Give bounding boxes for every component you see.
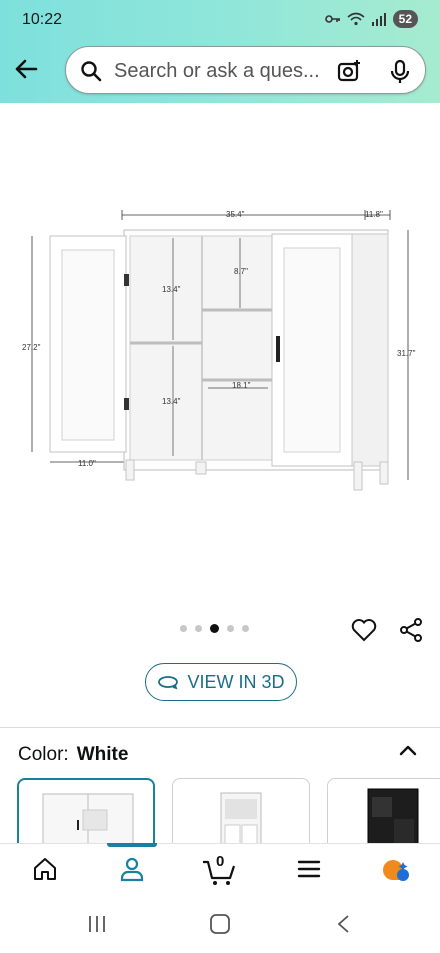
color-value: White xyxy=(76,744,129,765)
cart-count: 0 xyxy=(216,853,225,870)
image-carousel-indicator[interactable] xyxy=(180,624,249,633)
search-placeholder: Search or ask a ques... xyxy=(114,60,320,82)
heart-icon[interactable] xyxy=(351,617,377,643)
dim-width: 35.4" xyxy=(226,210,245,219)
camera-search-icon[interactable] xyxy=(336,58,362,84)
search-icon xyxy=(81,61,102,82)
color-label: Color: xyxy=(18,744,69,765)
home-button-icon[interactable] xyxy=(209,914,231,934)
dim-shelf-top: 13.4" xyxy=(162,285,181,294)
wifi-icon xyxy=(347,12,365,26)
search-bar[interactable]: Search or ask a ques... xyxy=(65,46,426,94)
recent-apps-icon[interactable] xyxy=(86,914,108,934)
view-in-3d-button[interactable]: VIEW IN 3D xyxy=(145,663,297,701)
app-header: 10:22 52 Search or ask a ques... xyxy=(0,0,440,103)
rotate-3d-icon xyxy=(158,676,179,690)
section-divider xyxy=(0,727,440,728)
dim-door-width: 11.0" xyxy=(78,459,96,468)
dim-total-height: 31.7" xyxy=(397,349,416,358)
bottom-navigation: 0 xyxy=(0,843,440,898)
vpn-key-icon xyxy=(324,15,340,23)
status-icons: 52 xyxy=(324,10,418,28)
carousel-dot-active[interactable] xyxy=(210,624,219,633)
battery-level: 52 xyxy=(392,10,418,28)
carousel-dot[interactable] xyxy=(180,625,187,632)
dim-door-height: 27.2" xyxy=(22,343,41,352)
back-button-icon[interactable] xyxy=(334,914,354,934)
home-icon[interactable] xyxy=(32,856,58,882)
menu-icon[interactable] xyxy=(296,856,322,882)
microphone-icon[interactable] xyxy=(390,59,410,85)
status-time: 10:22 xyxy=(22,11,63,28)
dim-depth: 11.8" xyxy=(365,210,383,219)
active-tab-indicator xyxy=(107,843,157,847)
account-icon[interactable] xyxy=(119,856,145,882)
cart-button[interactable]: 0 xyxy=(201,853,237,886)
carousel-dot[interactable] xyxy=(227,625,234,632)
status-bar: 10:22 52 xyxy=(0,0,440,40)
back-arrow-icon[interactable] xyxy=(12,55,40,83)
product-image[interactable]: 35.4" 11.8" 27.2" 31.7" 11.0" 13.4" 13.4… xyxy=(20,200,420,500)
carousel-dot[interactable] xyxy=(242,625,249,632)
share-icon[interactable] xyxy=(398,617,424,643)
view-in-3d-label: VIEW IN 3D xyxy=(187,671,285,692)
signal-icon xyxy=(371,13,386,26)
chevron-up-icon[interactable] xyxy=(398,742,418,758)
rufus-assistant-icon[interactable] xyxy=(381,856,411,884)
color-selector: Color: White xyxy=(18,744,128,766)
dim-shelf-small: 8.7" xyxy=(234,267,248,276)
carousel-dot[interactable] xyxy=(195,625,202,632)
system-navigation-bar xyxy=(0,898,440,953)
dim-shelf-bottom: 13.4" xyxy=(162,397,181,406)
dim-shelf-mid: 18.1" xyxy=(232,381,251,390)
